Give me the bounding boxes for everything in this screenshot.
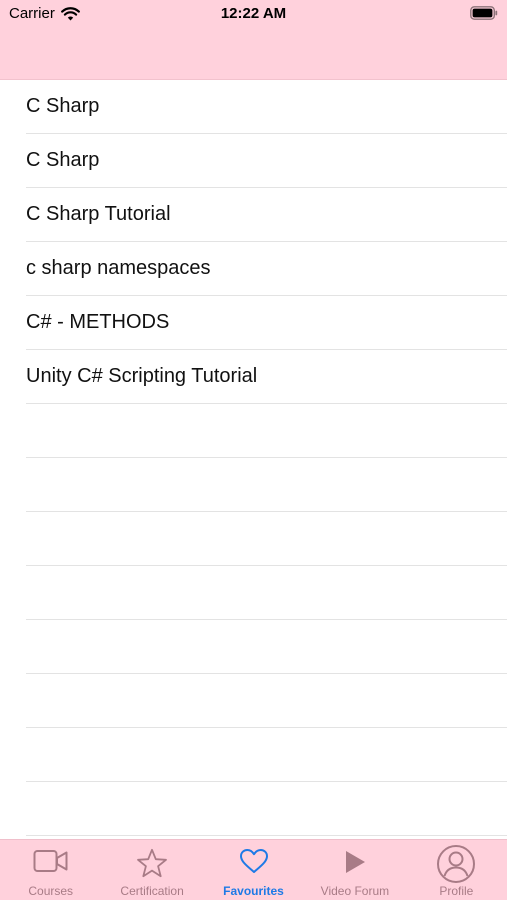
battery-icon bbox=[470, 6, 498, 20]
star-icon bbox=[137, 848, 168, 878]
profile-icon bbox=[437, 845, 476, 883]
list-item[interactable]: C Sharp bbox=[26, 80, 507, 134]
tab-label: Certification bbox=[120, 884, 184, 898]
list-item[interactable]: Unity C# Scripting Tutorial bbox=[26, 350, 507, 404]
favourites-list: C Sharp C Sharp C Sharp Tutorial c sharp… bbox=[0, 80, 507, 836]
empty-row bbox=[26, 728, 507, 782]
status-bar: Carrier 12:22 AM bbox=[0, 0, 507, 28]
list-item-title: c sharp namespaces bbox=[26, 257, 211, 279]
list-item-title: C Sharp bbox=[26, 95, 100, 117]
list-item[interactable]: C# - METHODS bbox=[26, 296, 507, 350]
empty-row bbox=[26, 782, 507, 836]
empty-row bbox=[26, 404, 507, 458]
empty-row bbox=[26, 620, 507, 674]
list-item-title: C# - METHODS bbox=[26, 311, 170, 333]
list-item[interactable]: c sharp namespaces bbox=[26, 242, 507, 296]
tab-label: Video Forum bbox=[320, 884, 390, 898]
play-icon bbox=[345, 851, 365, 873]
heart-icon bbox=[239, 849, 268, 873]
list-item[interactable]: C Sharp Tutorial bbox=[26, 188, 507, 242]
status-time: 12:22 AM bbox=[220, 5, 287, 22]
list-item-title: C Sharp bbox=[26, 149, 100, 171]
empty-row bbox=[26, 566, 507, 620]
list-item-title: Unity C# Scripting Tutorial bbox=[26, 365, 258, 387]
tab-certification[interactable]: Certification bbox=[101, 840, 202, 900]
empty-row bbox=[26, 512, 507, 566]
tab-label: Favourites bbox=[223, 884, 284, 898]
video-camera-icon bbox=[33, 850, 68, 872]
empty-row bbox=[26, 458, 507, 512]
tab-profile[interactable]: Profile bbox=[406, 840, 507, 900]
tab-courses[interactable]: Courses bbox=[0, 840, 101, 900]
app-screen: Carrier 12:22 AM C Sharp C Sharp C Sharp… bbox=[0, 0, 507, 900]
tab-favourites[interactable]: Favourites bbox=[203, 840, 304, 900]
empty-row bbox=[26, 674, 507, 728]
list-item[interactable]: C Sharp bbox=[26, 134, 507, 188]
tab-label: Courses bbox=[28, 884, 74, 898]
tab-bar: Courses Certification Favourites Video F… bbox=[0, 839, 507, 900]
navigation-header: Carrier 12:22 AM bbox=[0, 0, 507, 80]
tab-video-forum[interactable]: Video Forum bbox=[304, 840, 405, 900]
tab-label: Profile bbox=[439, 884, 474, 898]
list-item-title: C Sharp Tutorial bbox=[26, 203, 171, 225]
